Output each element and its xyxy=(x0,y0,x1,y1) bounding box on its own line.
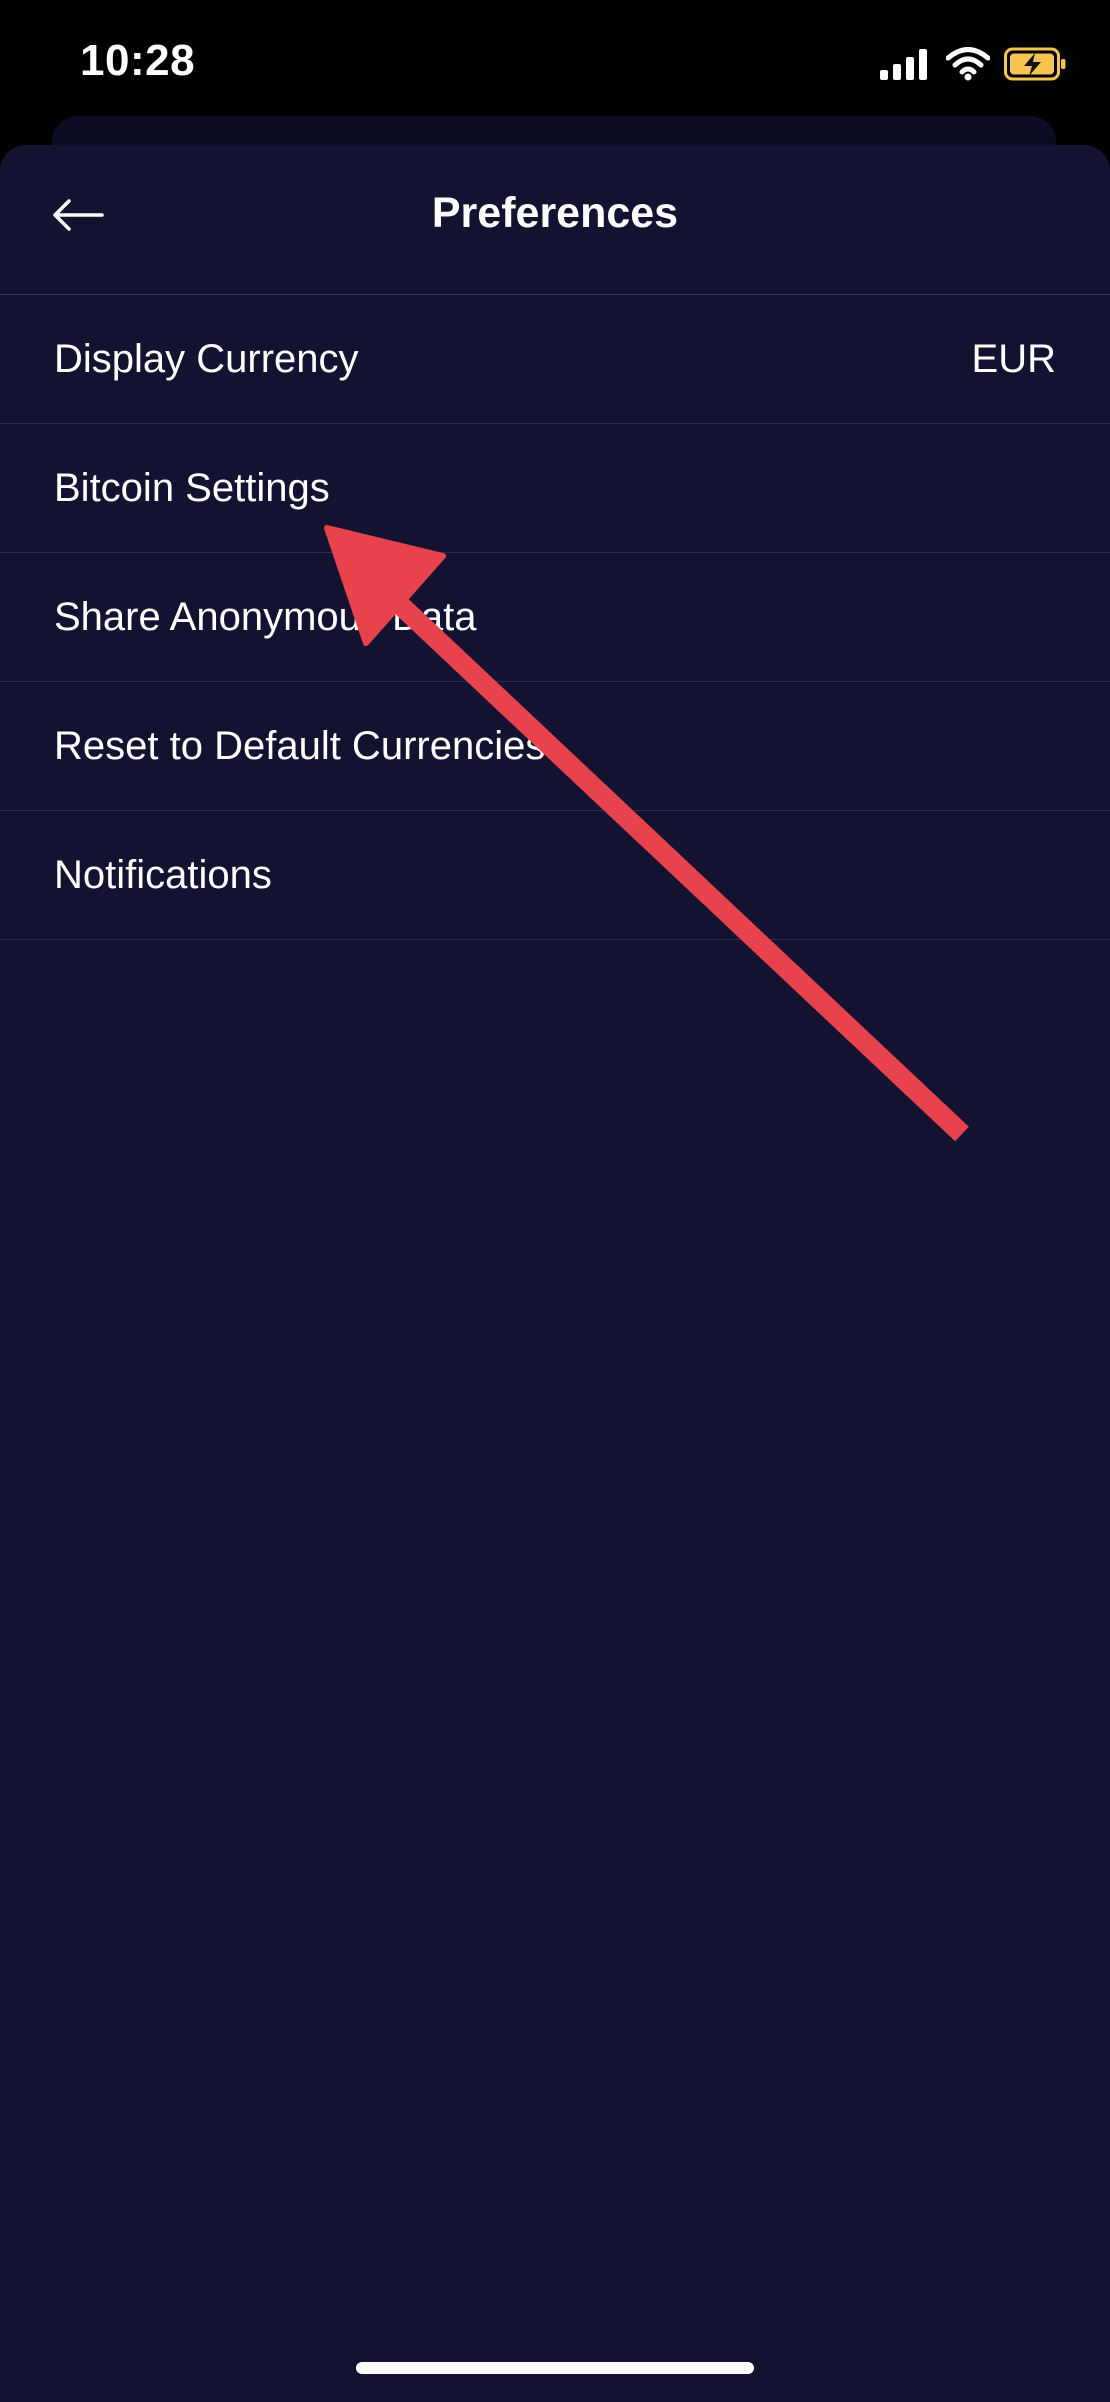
home-indicator xyxy=(356,2362,754,2374)
menu-item-display-currency[interactable]: Display Currency EUR xyxy=(0,295,1110,424)
status-bar: 10:28 xyxy=(0,0,1110,130)
menu-item-label: Bitcoin Settings xyxy=(54,465,330,510)
nav-header: Preferences xyxy=(0,145,1110,295)
status-time: 10:28 xyxy=(80,36,196,85)
menu-item-label: Notifications xyxy=(54,852,272,897)
menu-item-value: EUR xyxy=(971,336,1056,381)
page-title: Preferences xyxy=(431,189,679,237)
menu-item-label: Share Anonymous Data xyxy=(54,594,477,639)
battery-charging-icon xyxy=(1004,47,1068,86)
menu-item-notifications[interactable]: Notifications xyxy=(0,811,1110,940)
menu-item-label: Display Currency xyxy=(54,336,359,381)
status-icons xyxy=(880,46,1068,86)
wifi-icon xyxy=(945,46,991,86)
menu-item-share-anonymous-data[interactable]: Share Anonymous Data xyxy=(0,553,1110,682)
menu-item-reset-default-currencies[interactable]: Reset to Default Currencies xyxy=(0,682,1110,811)
signal-icon xyxy=(880,48,932,85)
menu-item-bitcoin-settings[interactable]: Bitcoin Settings xyxy=(0,424,1110,553)
preferences-sheet: Preferences Display Currency EUR Bitcoin… xyxy=(0,145,1110,2402)
menu-item-label: Reset to Default Currencies xyxy=(54,723,546,768)
preferences-list: Display Currency EUR Bitcoin Settings Sh… xyxy=(0,295,1110,940)
